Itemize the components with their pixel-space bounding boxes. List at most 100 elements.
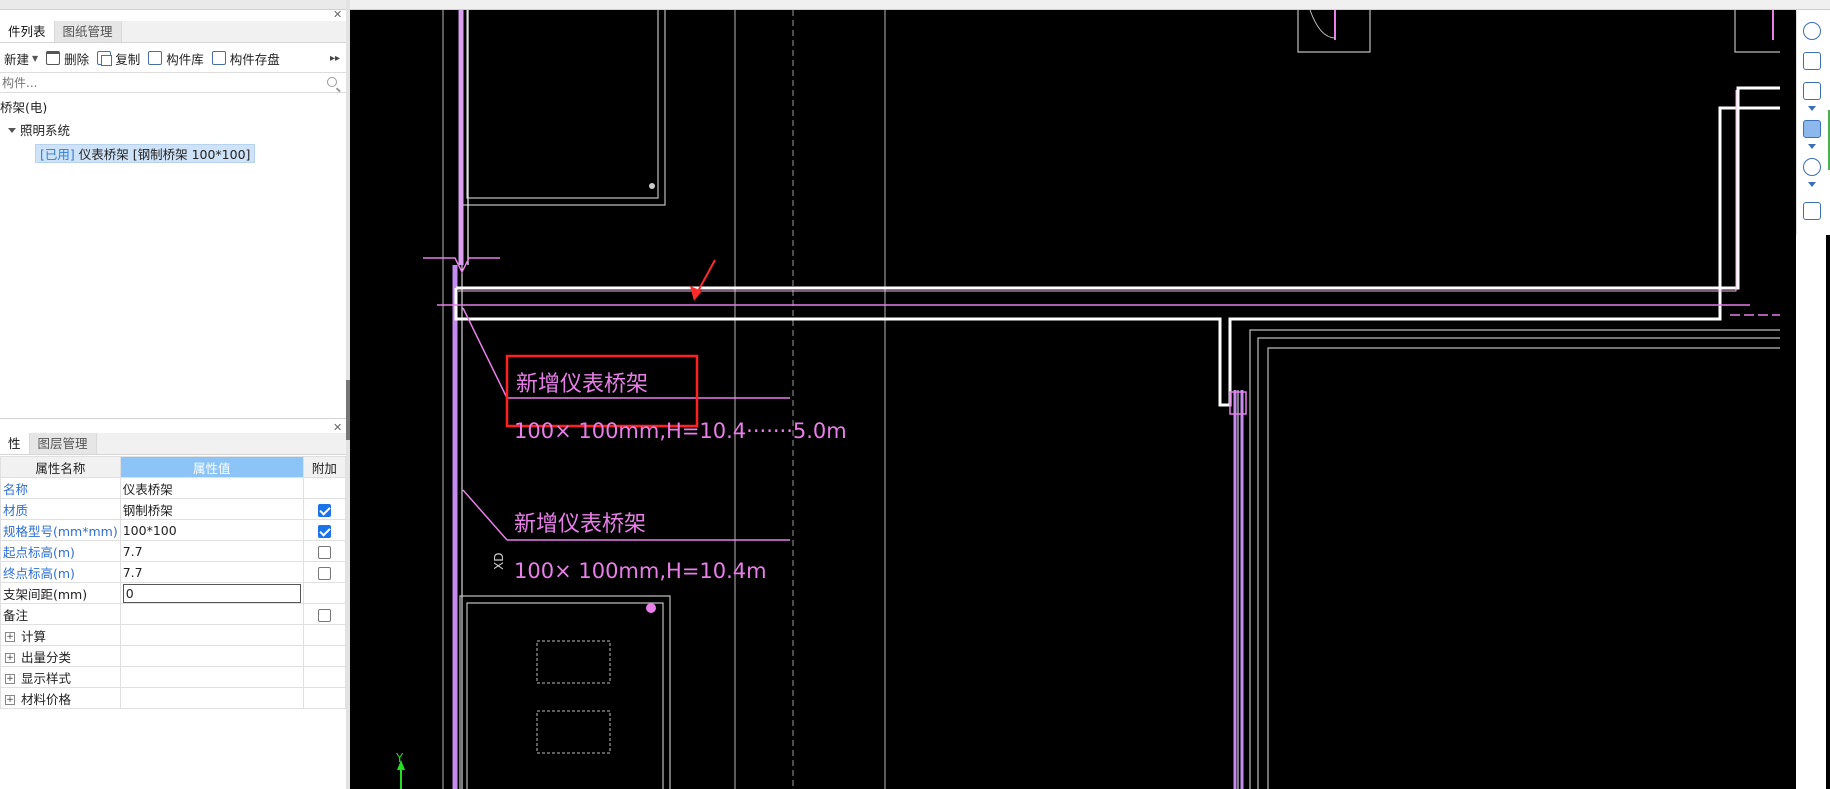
axis-y-label: Y bbox=[395, 751, 404, 765]
property-name: 备注 bbox=[0, 603, 121, 625]
property-value[interactable]: 7.7 bbox=[119, 540, 304, 562]
tree-item[interactable]: [已用] 仪表桥架 [钢制桥架 100*100] bbox=[0, 142, 346, 165]
property-header-row: 属性名称 属性值 附加 bbox=[0, 456, 347, 478]
property-value[interactable] bbox=[119, 603, 304, 625]
annotation-title-2: 新增仪表桥架 bbox=[514, 512, 646, 537]
component-toolbar: 新建 ▼ 删除 复制 构件库 构件存盘 ▸▸ bbox=[0, 46, 346, 70]
tree-item-label: 仪表桥架 [钢制桥架 100*100] bbox=[78, 147, 251, 162]
tree-root-label: 桥架(电) bbox=[0, 100, 48, 115]
property-name: 材质 bbox=[0, 498, 121, 520]
expand-icon[interactable]: + bbox=[5, 674, 15, 684]
attach-checkbox[interactable] bbox=[317, 545, 331, 559]
property-group-row[interactable]: + 材料价格 bbox=[0, 687, 347, 709]
bracket-spacing-input[interactable]: 0 bbox=[122, 583, 301, 603]
tab-layer-management[interactable]: 图层管理 bbox=[29, 433, 97, 454]
property-tabbar: 性 图层管理 bbox=[0, 433, 346, 455]
orbit-icon[interactable] bbox=[1803, 158, 1821, 176]
component-tabbar: 件列表 图纸管理 bbox=[0, 21, 346, 43]
component-search bbox=[0, 72, 346, 93]
chevron-down-icon[interactable]: ▼ bbox=[32, 54, 38, 63]
copy-label: 复制 bbox=[115, 51, 141, 67]
property-row[interactable]: 终点标高(m) 7.7 bbox=[0, 561, 347, 583]
tree-root[interactable]: 桥架(电) bbox=[0, 96, 346, 119]
rotate-view-icon[interactable] bbox=[1803, 22, 1821, 40]
3d-view-icon[interactable] bbox=[1803, 52, 1821, 70]
library-label: 构件库 bbox=[166, 51, 204, 67]
top-strip bbox=[0, 0, 350, 10]
properties-view-icon[interactable] bbox=[1803, 202, 1821, 220]
copy-button[interactable]: 复制 bbox=[93, 47, 144, 69]
property-row[interactable]: 起点标高(m) 7.7 bbox=[0, 540, 347, 562]
canvas-right-edge bbox=[1780, 10, 1796, 789]
caret-down-icon[interactable] bbox=[8, 128, 16, 133]
group-label: 显示样式 bbox=[21, 670, 72, 686]
property-grid: 属性名称 属性值 附加 名称 仪表桥架 材质 钢制桥架 规格型号(mm*mm) … bbox=[0, 456, 347, 709]
tab-drawing-management[interactable]: 图纸管理 bbox=[54, 21, 122, 42]
property-value[interactable]: 钢制桥架 bbox=[119, 498, 304, 520]
attach-checkbox[interactable] bbox=[317, 566, 331, 580]
chevron-down-icon[interactable] bbox=[1808, 182, 1816, 187]
copy-icon bbox=[97, 51, 113, 66]
property-name: 支架间距(mm) bbox=[0, 582, 121, 604]
property-group-row[interactable]: + 显示样式 bbox=[0, 666, 347, 688]
property-value[interactable]: 100*100 bbox=[119, 519, 304, 541]
top-toolbar-strip bbox=[350, 0, 1830, 10]
property-extra bbox=[302, 582, 347, 604]
group-label: 出量分类 bbox=[21, 649, 72, 665]
more-icon[interactable]: ▸▸ bbox=[330, 53, 346, 64]
rotated-label: XD bbox=[492, 553, 506, 570]
delete-button[interactable]: 删除 bbox=[42, 47, 93, 69]
property-value[interactable]: 7.7 bbox=[119, 561, 304, 583]
property-name: 起点标高(m) bbox=[0, 540, 121, 562]
trash-icon bbox=[46, 51, 61, 65]
header-property-value: 属性值 bbox=[119, 456, 304, 478]
component-save-button[interactable]: 构件存盘 bbox=[208, 47, 284, 69]
expand-icon[interactable]: + bbox=[5, 695, 15, 705]
group-label: 材料价格 bbox=[21, 691, 72, 707]
left-panel: ✕ 件列表 图纸管理 新建 ▼ 删除 复制 构件库 构件存盘 ▸▸ 构件... … bbox=[0, 0, 350, 789]
annotation-title-1: 新增仪表桥架 bbox=[516, 372, 648, 397]
property-group-row[interactable]: + 出量分类 bbox=[0, 645, 347, 667]
chevron-down-icon[interactable] bbox=[1808, 106, 1816, 111]
new-button[interactable]: 新建 ▼ bbox=[0, 47, 42, 69]
attach-checkbox[interactable] bbox=[317, 524, 331, 538]
property-name: 终点标高(m) bbox=[0, 561, 121, 583]
property-row[interactable]: 名称 仪表桥架 bbox=[0, 477, 347, 499]
property-value[interactable]: 仪表桥架 bbox=[119, 477, 304, 499]
cube-view-icon[interactable] bbox=[1803, 82, 1821, 100]
panel-divider[interactable] bbox=[0, 418, 346, 424]
tab-component-list[interactable]: 件列表 bbox=[0, 21, 55, 42]
property-row[interactable]: 材质 钢制桥架 bbox=[0, 498, 347, 520]
group-label: 计算 bbox=[21, 628, 47, 644]
search-icon[interactable] bbox=[327, 77, 337, 87]
expand-icon[interactable]: + bbox=[5, 653, 15, 663]
save-disk-icon bbox=[211, 51, 226, 65]
solid-view-icon[interactable] bbox=[1803, 120, 1821, 138]
property-name: 规格型号(mm*mm) bbox=[0, 519, 121, 541]
tree-item-selected[interactable]: [已用] 仪表桥架 [钢制桥架 100*100] bbox=[35, 144, 256, 163]
view-toolbar bbox=[1796, 10, 1826, 235]
cad-drawing: 新增仪表桥架 100× 100mm,H=10.4·······5.0m 新增仪表… bbox=[395, 10, 1780, 789]
delete-label: 删除 bbox=[64, 51, 90, 67]
header-property-name: 属性名称 bbox=[0, 456, 121, 478]
save-disk-label: 构件存盘 bbox=[229, 51, 280, 67]
close-icon[interactable]: ✕ bbox=[333, 8, 342, 21]
right-edge-fill bbox=[1826, 235, 1830, 789]
header-extra: 附加 bbox=[302, 456, 347, 478]
drawing-canvas[interactable]: 新增仪表桥架 100× 100mm,H=10.4·······5.0m 新增仪表… bbox=[350, 10, 1780, 789]
property-row[interactable]: 支架间距(mm) 0 bbox=[0, 582, 347, 604]
property-row[interactable]: 规格型号(mm*mm) 100*100 bbox=[0, 519, 347, 541]
search-input[interactable] bbox=[0, 73, 320, 92]
property-row[interactable]: 备注 bbox=[0, 603, 347, 625]
attach-checkbox[interactable] bbox=[317, 503, 331, 517]
tree-group[interactable]: 照明系统 bbox=[0, 119, 346, 142]
property-extra bbox=[302, 477, 347, 499]
property-group-row[interactable]: + 计算 bbox=[0, 624, 347, 646]
expand-icon[interactable]: + bbox=[5, 632, 15, 642]
new-label: 新建 bbox=[4, 51, 30, 67]
used-tag: [已用] bbox=[40, 147, 75, 162]
tab-properties[interactable]: 性 bbox=[0, 433, 30, 454]
chevron-down-icon[interactable] bbox=[1808, 144, 1816, 149]
component-library-button[interactable]: 构件库 bbox=[144, 47, 208, 69]
attach-checkbox[interactable] bbox=[317, 608, 331, 622]
